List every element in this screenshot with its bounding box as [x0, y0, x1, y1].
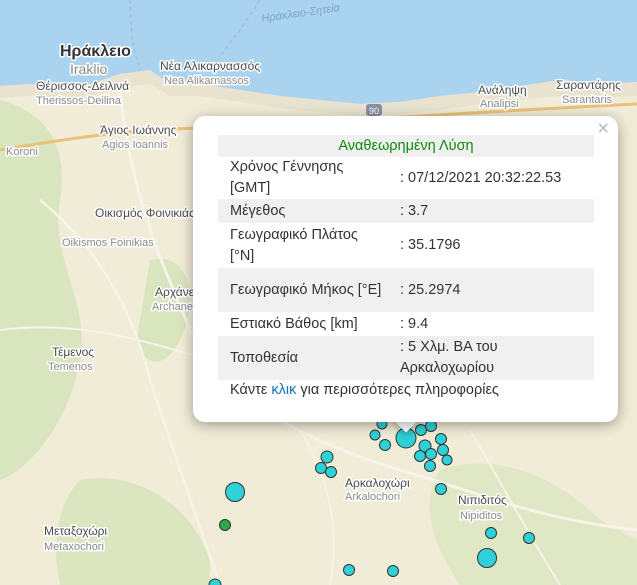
earthquake-marker[interactable]	[425, 420, 437, 432]
place-label: Μεταξοχώρι	[44, 524, 107, 538]
popup-title: Αναθεωρημένη Λύση	[338, 137, 474, 154]
earthquake-marker[interactable]	[315, 462, 327, 474]
earthquake-marker[interactable]	[225, 482, 245, 502]
place-label-latin: Oikismos Foinikias	[62, 237, 154, 249]
place-label: Σαραντάρης	[556, 78, 621, 92]
place-label-latin: Metaxochori	[44, 541, 104, 553]
earthquake-marker[interactable]	[343, 564, 355, 576]
place-label: Θέρισσος-Δειλινά	[36, 79, 129, 93]
close-icon[interactable]: ×	[597, 120, 610, 136]
footer-text-post: για περισσότερες πληροφορίες	[296, 382, 499, 398]
place-label: Οικισμός Φοινικιάς	[95, 206, 195, 220]
earthquake-marker[interactable]	[523, 532, 535, 544]
magnitude-label: Μέγεθος	[230, 202, 286, 219]
place-label-latin: Koroni	[6, 146, 38, 158]
earthquake-marker[interactable]	[425, 448, 437, 460]
location-label: Τοποθεσία	[230, 349, 299, 366]
earthquake-marker[interactable]	[387, 565, 399, 577]
place-label: Νιπιδιτός	[458, 493, 507, 507]
earthquake-marker[interactable]	[485, 527, 497, 539]
table-row: Χρόνος Γέννησης [GMT] : 07/12/2021 20:32…	[218, 157, 594, 199]
place-label-latin: Archanes	[152, 301, 199, 313]
latitude-label: Γεωγραφικό Πλάτος [°N]	[230, 226, 358, 264]
earthquake-marker[interactable]	[477, 548, 497, 568]
place-label: Ηράκλειο	[60, 43, 131, 60]
location-value: : 5 Χλμ. ΒΑ του Αρκαλοχωρίου	[400, 339, 498, 376]
place-label: Άγιος Ιωάννης	[100, 123, 177, 137]
earthquake-marker[interactable]	[415, 424, 427, 436]
table-row: Τοποθεσία : 5 Χλμ. ΒΑ του Αρκαλοχωρίου	[218, 336, 594, 380]
table-row: Γεωγραφικό Πλάτος [°N] : 35.1796	[218, 223, 594, 268]
place-label: Τέμενος	[52, 345, 94, 359]
earthquake-details-table: Αναθεωρημένη Λύση Χρόνος Γέννησης [GMT] …	[218, 135, 594, 380]
place-label-latin: Iraklio	[70, 61, 108, 77]
earthquake-marker[interactable]	[435, 433, 447, 445]
earthquake-marker[interactable]	[414, 450, 426, 462]
place-label-latin: Analipsi	[480, 98, 519, 110]
longitude-value: : 25.2974	[400, 281, 461, 298]
longitude-label: Γεωγραφικό Μήκος [°E]	[230, 281, 382, 298]
earthquake-marker[interactable]	[320, 450, 334, 464]
latitude-value: : 35.1796	[400, 237, 461, 253]
origin-time-label: Χρόνος Γέννησης [GMT]	[230, 159, 344, 196]
earthquake-marker[interactable]	[437, 444, 449, 456]
origin-time-value: : 07/12/2021 20:32:22.53	[400, 169, 562, 186]
place-label-latin: Sarantaris	[562, 94, 613, 106]
table-row: Αναθεωρημένη Λύση	[218, 135, 594, 157]
table-row: Γεωγραφικό Μήκος [°E] : 25.2974	[218, 268, 594, 312]
place-label-latin: Temenos	[48, 361, 93, 373]
earthquake-marker[interactable]	[435, 483, 447, 495]
earthquake-marker[interactable]	[441, 454, 453, 466]
route-shield-label: 90	[369, 106, 379, 116]
more-info-link[interactable]: κλικ	[271, 382, 296, 398]
depth-label: Εστιακό Βάθος [km]	[230, 315, 358, 332]
footer-text-pre: Κάντε	[230, 382, 272, 398]
place-label-latin: Nea Alikarnassos	[164, 75, 249, 87]
place-label: Αρκαλοχώρι	[345, 476, 410, 490]
place-label-latin: Nipiditos	[460, 510, 503, 522]
earthquake-marker[interactable]	[369, 429, 381, 441]
table-row: Εστιακό Βάθος [km] : 9.4	[218, 312, 594, 336]
earthquake-popup: × Αναθεωρημένη Λύση Χρόνος Γέννησης [GMT…	[193, 116, 618, 422]
earthquake-marker[interactable]	[219, 519, 231, 531]
depth-value: : 9.4	[400, 315, 429, 332]
earthquake-marker[interactable]	[379, 439, 391, 451]
popup-footer: Κάντε κλικ για περισσότερες πληροφορίες	[230, 382, 499, 398]
table-row: Μέγεθος : 3.7	[218, 199, 594, 223]
place-label-latin: Arkalochori	[345, 491, 400, 503]
magnitude-value: : 3.7	[400, 202, 429, 219]
place-label: Ανάληψη	[478, 83, 527, 97]
place-label-latin: Agios Ioannis	[102, 139, 169, 151]
earthquake-marker[interactable]	[325, 466, 337, 478]
place-label-latin: Therissos-Deilina	[36, 95, 122, 107]
earthquake-marker[interactable]	[424, 460, 436, 472]
place-label: Νέα Αλικαρνασσός	[160, 59, 260, 73]
